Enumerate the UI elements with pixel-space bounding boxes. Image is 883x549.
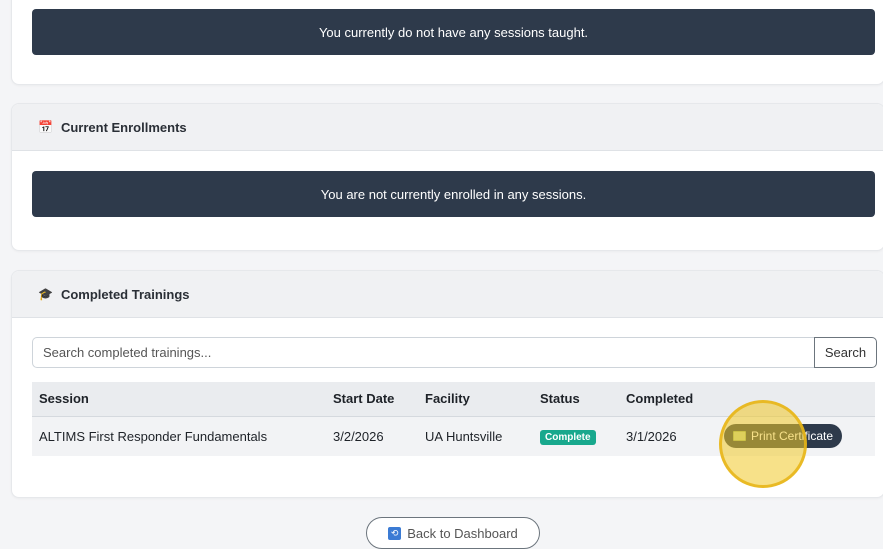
cell-start-date: 3/2/2026 bbox=[333, 428, 384, 444]
column-header-completed: Completed bbox=[619, 382, 717, 417]
current-enrollments-empty-message: You are not currently enrolled in any se… bbox=[320, 186, 587, 202]
cell-status: Complete bbox=[533, 416, 619, 456]
cell-facility: UA Huntsville bbox=[425, 428, 503, 444]
cell-completed: 3/1/2026 bbox=[626, 428, 677, 444]
sessions-taught-card: You currently do not have any sessions t… bbox=[11, 0, 883, 85]
back-to-dashboard-label: Back to Dashboard bbox=[407, 525, 518, 541]
sessions-taught-empty-message: You currently do not have any sessions t… bbox=[318, 24, 589, 40]
back-to-dashboard-button[interactable]: ⟲ Back to Dashboard bbox=[366, 517, 540, 549]
print-certificate-label: Print Certificate bbox=[751, 429, 834, 444]
completed-trainings-card: 🎓 Completed Trainings Search Session Sta… bbox=[11, 270, 883, 498]
completed-trainings-title: Completed Trainings bbox=[60, 286, 190, 302]
completed-trainings-header: 🎓 Completed Trainings bbox=[12, 271, 883, 318]
column-header-facility: Facility bbox=[418, 382, 533, 417]
column-header-start-date: Start Date bbox=[326, 382, 418, 417]
cell-session: ALTIMS First Responder Fundamentals bbox=[39, 428, 268, 444]
column-header-status: Status bbox=[533, 382, 619, 417]
completed-trainings-table: Session Start Date Facility Status Compl… bbox=[32, 382, 875, 456]
column-header-actions bbox=[717, 382, 875, 417]
current-enrollments-title: Current Enrollments bbox=[60, 119, 187, 135]
calendar-icon: 📅 bbox=[38, 120, 53, 134]
graduation-cap-icon: 🎓 bbox=[38, 287, 53, 301]
table-row: ALTIMS First Responder Fundamentals 3/2/… bbox=[32, 416, 875, 456]
search-button[interactable]: Search bbox=[814, 337, 877, 368]
completed-trainings-search: Search bbox=[32, 337, 877, 368]
status-badge: Complete bbox=[540, 429, 596, 445]
table-header-row: Session Start Date Facility Status Compl… bbox=[32, 382, 875, 417]
certificate-icon bbox=[733, 431, 746, 442]
search-input[interactable] bbox=[32, 337, 814, 368]
current-enrollments-header: 📅 Current Enrollments bbox=[12, 104, 883, 151]
print-certificate-button[interactable]: Print Certificate bbox=[724, 424, 843, 449]
current-enrollments-card: 📅 Current Enrollments You are not curren… bbox=[11, 103, 883, 251]
cell-actions: Print Certificate bbox=[717, 416, 875, 456]
current-enrollments-empty-banner: You are not currently enrolled in any se… bbox=[32, 171, 875, 217]
column-header-session: Session bbox=[32, 382, 326, 417]
sessions-taught-empty-banner: You currently do not have any sessions t… bbox=[32, 9, 875, 55]
dashboard-icon: ⟲ bbox=[388, 526, 402, 540]
